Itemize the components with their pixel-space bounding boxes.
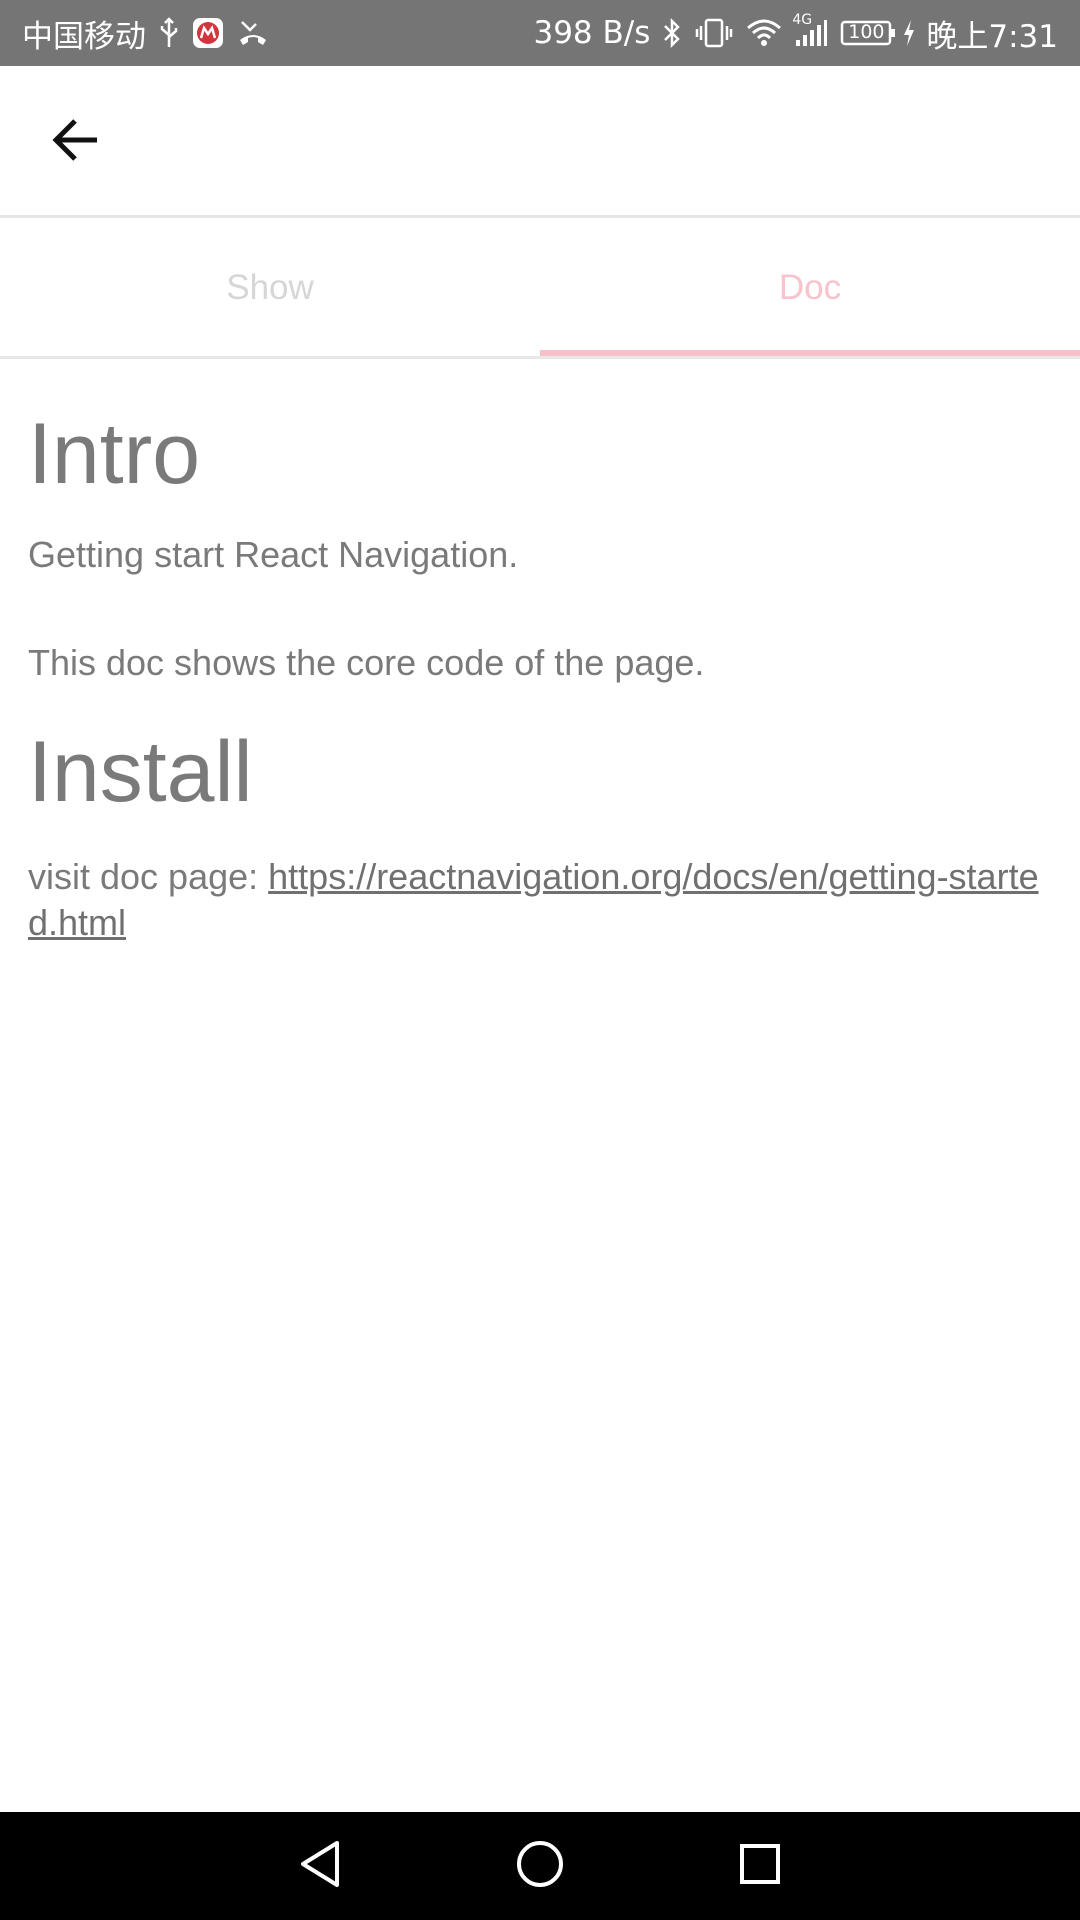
clock: 晚上7:31: [926, 18, 1058, 55]
back-triangle-icon: [297, 1839, 343, 1894]
active-tab-indicator: [540, 350, 1080, 356]
intro-heading: Intro: [28, 406, 201, 502]
tab-bar: Show Doc: [0, 219, 1080, 359]
home-circle-icon: [515, 1839, 565, 1894]
intro-text-2: This doc shows the core code of the page…: [28, 642, 705, 683]
nav-recents-button[interactable]: [732, 1838, 788, 1894]
nav-home-button[interactable]: [512, 1838, 568, 1894]
doc-content: Intro Getting start React Navigation. Th…: [28, 400, 1058, 946]
system-navigation-bar: [0, 1812, 1080, 1920]
battery-level: 100: [848, 21, 885, 43]
recents-square-icon: [737, 1841, 783, 1892]
install-prefix: visit doc page:: [28, 856, 269, 897]
battery-icon: 100: [840, 18, 898, 48]
cellular-signal-icon: 4G: [792, 12, 828, 48]
install-heading: Install: [28, 724, 253, 820]
header-bar: [0, 66, 1080, 218]
network-speed: 398 B/s: [533, 15, 651, 51]
carrier-name: 中国移动: [22, 18, 146, 55]
usb-icon: [158, 17, 180, 49]
status-right: 398 B/s 4G 100 晚上7:31: [533, 0, 1058, 66]
arrow-left-icon: [51, 118, 101, 167]
signal-type-label: 4G: [792, 12, 813, 28]
wifi-icon: [746, 18, 782, 48]
status-bar: 中国移动 398 B/s 4G 100 晚上7:31: [0, 0, 1080, 66]
tab-doc[interactable]: Doc: [540, 219, 1080, 356]
missed-call-icon: [236, 18, 270, 48]
tab-doc-label: Doc: [778, 267, 842, 307]
install-text: visit doc page: https://reactnavigation.…: [28, 854, 1058, 946]
app-notification-icon: [192, 17, 224, 49]
tab-show[interactable]: Show: [0, 219, 540, 356]
tab-show-label: Show: [226, 267, 314, 307]
nav-back-button[interactable]: [292, 1838, 348, 1894]
bluetooth-icon: [662, 17, 682, 49]
intro-text-1: Getting start React Navigation.: [28, 534, 519, 575]
vibrate-icon: [694, 17, 734, 49]
back-button[interactable]: [36, 106, 116, 178]
status-left: 中国移动: [22, 0, 270, 66]
charging-icon: [902, 19, 916, 47]
